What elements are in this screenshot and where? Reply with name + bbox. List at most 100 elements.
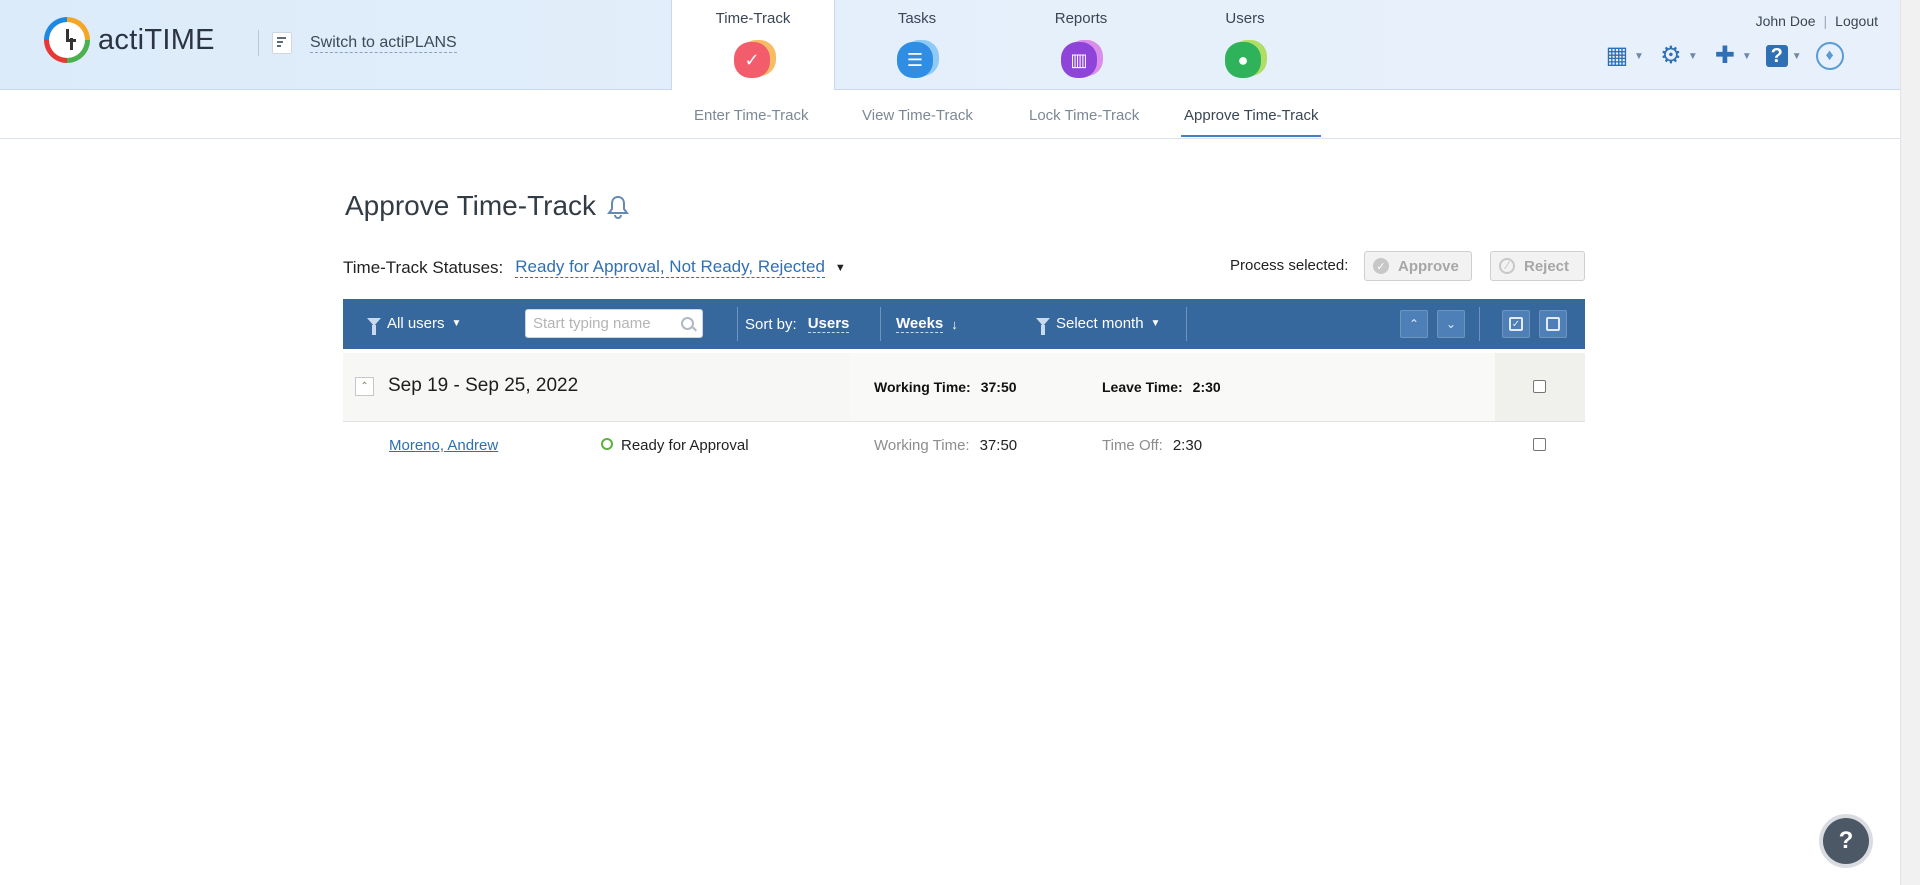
switch-label[interactable]: Switch to actiPLANS: [310, 34, 457, 53]
deselect-all-button[interactable]: [1539, 310, 1567, 338]
leave-time-value: 2:30: [1192, 379, 1221, 395]
chevron-down-icon[interactable]: ▼: [835, 262, 846, 274]
tab-time-track[interactable]: Time-Track ✓: [671, 0, 835, 90]
tab-label: Users: [1225, 10, 1265, 27]
chevron-down-icon: ▼: [1687, 50, 1698, 62]
working-time-value: 37:50: [979, 437, 1018, 454]
sort-users[interactable]: Users: [807, 315, 850, 333]
approve-button[interactable]: ✓ Approve: [1364, 251, 1472, 281]
working-time-label: Working Time:: [874, 437, 970, 454]
row-time-off: Time Off: 2:30: [1102, 437, 1202, 454]
time-off-label: Time Off:: [1102, 437, 1163, 454]
week-group-row: ⌃ Sep 19 - Sep 25, 2022 Working Time: 37:…: [343, 353, 1585, 422]
collapse-all-button[interactable]: ⌃: [1400, 310, 1428, 338]
clock-logo-icon: [44, 17, 90, 63]
gear-icon: ⚙: [1660, 42, 1682, 69]
settings-menu[interactable]: ⚙ ▼: [1658, 43, 1698, 69]
bar-chart-icon: ▥: [1061, 40, 1103, 78]
tab-reports[interactable]: Reports ▥: [999, 0, 1163, 89]
subtab-lock-time-track[interactable]: Lock Time-Track: [1029, 107, 1139, 124]
sub-navigation: Enter Time-Track View Time-Track Lock Ti…: [0, 90, 1900, 139]
chevron-up-icon: ⌃: [360, 381, 369, 392]
subtab-enter-time-track[interactable]: Enter Time-Track: [694, 107, 808, 124]
search-icon: [681, 317, 694, 330]
checked-box-icon: ✓: [1509, 317, 1523, 331]
check-circle-icon: ✓: [1373, 258, 1389, 274]
list-icon: ☰: [897, 40, 939, 78]
filter-toolbar: All users ▼ Sort by: Users Weeks ↓ Selec…: [343, 299, 1585, 349]
users-filter[interactable]: All users ▼: [367, 315, 462, 335]
double-chevron-down-icon: ⌄: [1445, 317, 1457, 331]
user-name[interactable]: John Doe: [1756, 13, 1816, 29]
document-icon: [272, 32, 292, 54]
main-tabs: Time-Track ✓ Tasks ☰ Reports ▥ Users ●: [671, 0, 1327, 90]
help-button[interactable]: ?: [1823, 818, 1869, 864]
calendar-menu[interactable]: ▦ ▼: [1604, 43, 1644, 69]
chevron-down-icon: ▼: [451, 318, 462, 329]
status-filter: Time-Track Statuses: Ready for Approval,…: [343, 257, 846, 278]
name-search: [525, 309, 703, 338]
lightbulb-icon: ♦: [1815, 42, 1844, 70]
approve-label: Approve: [1398, 257, 1459, 275]
name-search-input[interactable]: [526, 310, 678, 337]
toolbar-divider: [1186, 307, 1187, 341]
subtab-approve-time-track[interactable]: Approve Time-Track: [1180, 107, 1322, 137]
user-name-link[interactable]: Moreno, Andrew: [389, 437, 498, 454]
reject-button[interactable]: ⁄ Reject: [1490, 251, 1585, 281]
puzzle-icon: ✚: [1714, 42, 1735, 69]
collapse-group-button[interactable]: ⌃: [355, 377, 374, 396]
expand-all-button[interactable]: ⌄: [1437, 310, 1465, 338]
tips-button[interactable]: ♦: [1815, 42, 1844, 70]
filter-icon: [1036, 317, 1050, 335]
sort-by: Sort by: Users: [745, 315, 850, 333]
row-working-time: Working Time: 37:50: [874, 437, 1017, 454]
toolbar-divider: [880, 307, 881, 341]
chevron-down-icon: ▼: [1791, 50, 1802, 62]
status-filter-label: Time-Track Statuses:: [343, 257, 504, 277]
status-circle-icon: [601, 438, 613, 450]
page-scrollbar[interactable]: [1900, 0, 1920, 885]
empty-box-icon: [1546, 317, 1560, 331]
time-off-value: 2:30: [1172, 437, 1203, 454]
double-chevron-up-icon: ⌃: [1408, 317, 1420, 331]
chevron-down-icon: ▼: [1741, 50, 1752, 62]
row-checkbox[interactable]: [1533, 438, 1546, 451]
help-menu[interactable]: ? ▼: [1765, 45, 1802, 67]
subtab-view-time-track[interactable]: View Time-Track: [862, 107, 973, 124]
user-divider: |: [1823, 13, 1828, 29]
select-all-button[interactable]: ✓: [1502, 310, 1530, 338]
chevron-down-icon: ▼: [1634, 50, 1644, 62]
month-filter-label: Select month: [1056, 315, 1144, 332]
filter-icon: [367, 317, 381, 335]
switch-to-actiplans[interactable]: Switch to actiPLANS: [272, 32, 457, 54]
addons-menu[interactable]: ✚ ▼: [1712, 43, 1752, 69]
arrow-down-icon: ↓: [951, 316, 958, 332]
working-time-value: 37:50: [980, 379, 1017, 395]
sort-weeks-label: Weeks: [896, 315, 944, 333]
logout-link[interactable]: Logout: [1835, 13, 1878, 29]
toolbar-divider: [1479, 307, 1480, 341]
tab-tasks[interactable]: Tasks ☰: [835, 0, 999, 89]
calendar-icon: ▦: [1605, 42, 1629, 69]
tab-label: Tasks: [897, 10, 937, 27]
month-filter[interactable]: Select month ▼: [1036, 315, 1160, 335]
header-tools: ▦ ▼ ⚙ ▼ ✚ ▼ ? ▼ ♦: [1604, 42, 1858, 70]
help-icon: ?: [1765, 45, 1788, 67]
user-icon: ●: [1225, 40, 1267, 78]
status-filter-value[interactable]: Ready for Approval, Not Ready, Rejected: [515, 257, 825, 278]
actitime-logo[interactable]: actiTIME: [44, 17, 215, 63]
reject-label: Reject: [1524, 257, 1570, 275]
table-row: Moreno, Andrew Ready for Approval Workin…: [343, 422, 1585, 470]
row-status: Ready for Approval: [621, 437, 749, 454]
bell-icon[interactable]: [606, 194, 630, 220]
sort-weeks[interactable]: Weeks ↓: [896, 315, 958, 333]
tab-label: Time-Track: [715, 10, 791, 27]
user-menu: John Doe | Logout: [1756, 13, 1878, 29]
question-mark-icon: ?: [1838, 827, 1854, 854]
checkmark-icon: ✓: [734, 40, 776, 78]
group-working-time: Working Time: 37:50: [874, 379, 1017, 395]
sort-by-label: Sort by:: [745, 315, 797, 333]
group-checkbox[interactable]: [1533, 380, 1546, 393]
tab-users[interactable]: Users ●: [1163, 0, 1327, 89]
process-selected-label: Process selected:: [1230, 257, 1349, 274]
